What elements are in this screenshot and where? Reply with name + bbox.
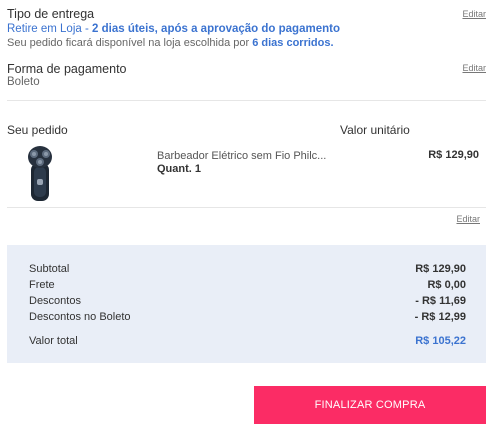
divider xyxy=(7,100,486,101)
summary-row-subtotal: Subtotal R$ 129,90 xyxy=(29,263,466,277)
product-unit-price: R$ 129,90 xyxy=(428,149,479,161)
summary-value: R$ 0,00 xyxy=(427,279,466,291)
payment-section: Forma de pagamento Editar Boleto xyxy=(7,62,486,90)
edit-order-link[interactable]: Editar xyxy=(456,214,480,224)
order-header-price: Valor unitário xyxy=(340,123,410,137)
summary-value: - R$ 12,99 xyxy=(414,311,466,323)
order-summary: Subtotal R$ 129,90 Frete R$ 0,00 Descont… xyxy=(7,245,486,363)
pickup-note: Seu pedido ficará disponível na loja esc… xyxy=(7,37,334,49)
summary-row-shipping: Frete R$ 0,00 xyxy=(29,279,466,293)
delivery-time: 2 dias úteis, após a aprovação do pagame… xyxy=(92,23,340,35)
total-label: Valor total xyxy=(29,335,78,347)
summary-value: - R$ 11,69 xyxy=(415,295,466,307)
divider xyxy=(7,207,486,208)
delivery-option: Retire em Loja - 2 dias úteis, após a ap… xyxy=(7,23,340,35)
order-header: Seu pedido Valor unitário xyxy=(0,123,479,137)
order-header-item: Seu pedido xyxy=(7,123,68,137)
summary-label: Frete xyxy=(29,279,55,291)
total-value: R$ 105,22 xyxy=(415,335,466,347)
order-item-row: Barbeador Elétrico sem Fio Philc... Quan… xyxy=(0,145,486,205)
shaver-product-image xyxy=(28,146,52,201)
payment-method: Boleto xyxy=(7,76,40,88)
product-quantity: Quant. 1 xyxy=(157,163,202,175)
delivery-type: Retire em Loja - xyxy=(7,23,93,35)
summary-label: Descontos xyxy=(29,295,81,307)
finalize-purchase-button[interactable]: FINALIZAR COMPRA xyxy=(254,386,486,424)
summary-row-total: Valor total R$ 105,22 xyxy=(29,335,466,349)
summary-row-boleto-discount: Descontos no Boleto - R$ 12,99 xyxy=(29,311,466,325)
summary-row-discounts: Descontos - R$ 11,69 xyxy=(29,295,466,309)
summary-label: Subtotal xyxy=(29,263,70,275)
summary-value: R$ 129,90 xyxy=(415,263,466,275)
delivery-section: Tipo de entrega Editar Retire em Loja - … xyxy=(7,7,486,51)
pickup-note-text: Seu pedido ficará disponível na loja esc… xyxy=(7,37,253,49)
pickup-days: 6 dias corridos. xyxy=(252,37,334,49)
edit-delivery-link[interactable]: Editar xyxy=(462,9,486,19)
delivery-title: Tipo de entrega xyxy=(7,7,95,21)
edit-payment-link[interactable]: Editar xyxy=(462,63,486,73)
product-name[interactable]: Barbeador Elétrico sem Fio Philc... xyxy=(157,150,326,162)
summary-label: Descontos no Boleto xyxy=(29,311,131,323)
payment-title: Forma de pagamento xyxy=(7,62,127,76)
